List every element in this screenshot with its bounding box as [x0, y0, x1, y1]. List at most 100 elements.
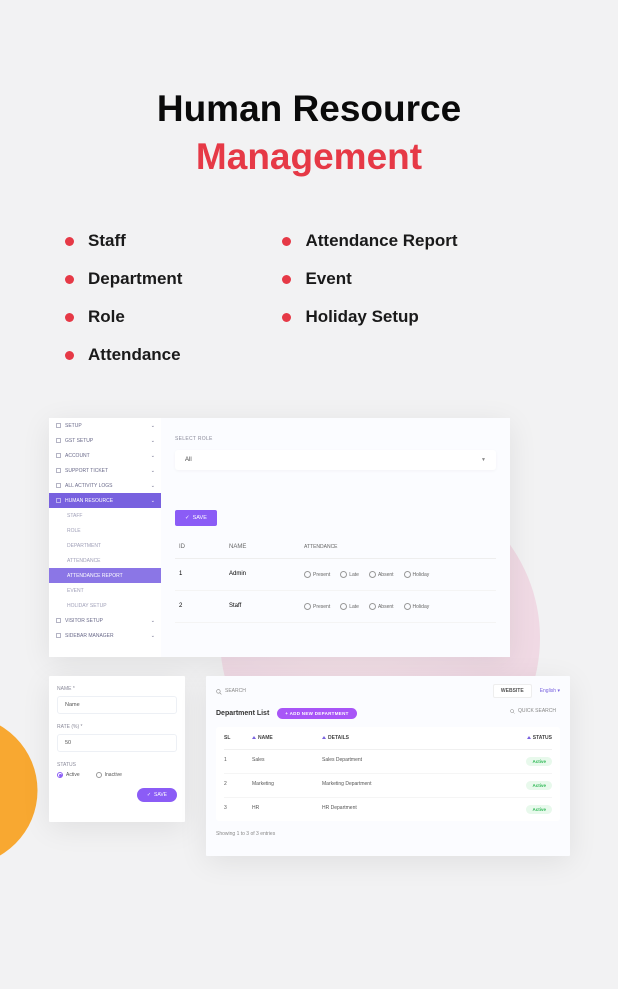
status-badge: Active — [526, 805, 552, 814]
save-button[interactable]: ✓ SAVE — [175, 510, 217, 526]
check-icon: ✓ — [147, 792, 151, 798]
col-sl: SL — [224, 735, 252, 741]
feature-item: Department — [65, 269, 182, 289]
rate-label: RATE (%) * — [57, 724, 177, 730]
search-icon — [216, 689, 221, 694]
table-row: 2MarketingMarketing DepartmentActive — [224, 774, 552, 798]
attendance-panel: SETUP⌄GST SETUP⌄ACCOUNT⌄SUPPORT TICKET⌄A… — [49, 418, 510, 657]
search-box[interactable]: SEARCH — [216, 688, 246, 694]
check-icon: ✓ — [185, 515, 190, 521]
chevron-down-icon: ⌄ — [151, 438, 155, 444]
chevron-down-icon: ⌄ — [151, 423, 155, 429]
table-footer-info: Showing 1 to 3 of 3 entries — [216, 831, 560, 837]
attendance-table: ID NAME ATTENDANCE 1AdminPresentLateAbse… — [175, 536, 496, 623]
dept-table-header: SL NAME DETAILS STATUS — [224, 727, 552, 750]
feature-item: Attendance — [65, 345, 182, 365]
menu-icon — [56, 453, 61, 458]
status-badge: Active — [526, 781, 552, 790]
menu-icon — [56, 468, 61, 473]
radio-holiday[interactable]: Holiday — [404, 603, 430, 610]
sidebar-item[interactable]: ALL ACTIVITY LOGS⌄ — [49, 478, 161, 493]
table-row: 1SalesSales DepartmentActive — [224, 750, 552, 774]
menu-icon — [56, 423, 61, 428]
decorative-blob-orange — [0, 716, 38, 866]
sidebar-item[interactable]: STAFF — [49, 508, 161, 523]
rate-input[interactable]: 50 — [57, 734, 177, 752]
sidebar: SETUP⌄GST SETUP⌄ACCOUNT⌄SUPPORT TICKET⌄A… — [49, 418, 161, 657]
radio-absent[interactable]: Absent — [369, 571, 394, 578]
radio-inactive[interactable]: Inactive — [96, 772, 122, 778]
sidebar-item[interactable]: ATTENDANCE — [49, 553, 161, 568]
features-list: Staff Department Role Attendance Attenda… — [0, 181, 618, 383]
radio-holiday[interactable]: Holiday — [404, 571, 430, 578]
feature-item: Attendance Report — [282, 231, 457, 251]
sidebar-item[interactable]: SETUP⌄ — [49, 418, 161, 433]
sidebar-item[interactable]: GST SETUP⌄ — [49, 433, 161, 448]
features-col1: Staff Department Role Attendance — [65, 231, 182, 383]
add-department-button[interactable]: + ADD NEW DEPARTMENT — [277, 708, 356, 719]
menu-icon — [56, 498, 61, 503]
radio-present[interactable]: Present — [304, 571, 330, 578]
chevron-down-icon: ⌄ — [151, 618, 155, 624]
table-row: 1AdminPresentLateAbsentHoliday — [175, 559, 496, 591]
chevron-down-icon: ⌄ — [151, 633, 155, 639]
department-list-title: Department List — [216, 710, 269, 717]
sidebar-item[interactable]: ACCOUNT⌄ — [49, 448, 161, 463]
table-row: 2StaffPresentLateAbsentHoliday — [175, 591, 496, 623]
save-button[interactable]: ✓ SAVE — [137, 788, 177, 802]
select-role-dropdown[interactable]: All ▼ — [175, 450, 496, 470]
status-badge: Active — [526, 757, 552, 766]
col-name: NAME — [252, 735, 322, 741]
select-role-label: SELECT ROLE — [175, 436, 496, 442]
sidebar-item[interactable]: HUMAN RESOURCE⌄ — [49, 493, 161, 508]
chevron-down-icon: ⌄ — [151, 453, 155, 459]
col-status: STATUS — [504, 735, 552, 741]
menu-icon — [56, 438, 61, 443]
table-row: 3HRHR DepartmentActive — [224, 798, 552, 821]
feature-item: Staff — [65, 231, 182, 251]
radio-absent[interactable]: Absent — [369, 603, 394, 610]
col-name: NAME — [229, 544, 304, 550]
main-heading: Human Resource Management — [0, 0, 618, 181]
chevron-down-icon: ▼ — [481, 457, 486, 463]
col-id: ID — [179, 544, 229, 550]
radio-late[interactable]: Late — [340, 571, 359, 578]
sidebar-item[interactable]: ROLE — [49, 523, 161, 538]
sidebar-item[interactable]: VISITOR SETUP⌄ — [49, 613, 161, 628]
select-role-value: All — [185, 457, 192, 463]
features-col2: Attendance Report Event Holiday Setup — [282, 231, 457, 383]
col-attendance: ATTENDANCE — [304, 544, 492, 550]
name-input[interactable]: Name — [57, 696, 177, 714]
menu-icon — [56, 633, 61, 638]
table-header: ID NAME ATTENDANCE — [175, 536, 496, 559]
search-icon — [510, 709, 515, 714]
radio-active[interactable]: Active — [57, 772, 80, 778]
sidebar-item[interactable]: DEPARTMENT — [49, 538, 161, 553]
form-panel: NAME * Name RATE (%) * 50 STATUS Active … — [49, 676, 185, 822]
radio-late[interactable]: Late — [340, 603, 359, 610]
attendance-main: SELECT ROLE All ▼ ✓ SAVE ID NAME ATTENDA… — [161, 418, 510, 657]
menu-icon — [56, 618, 61, 623]
sidebar-item[interactable]: ATTENDANCE REPORT — [49, 568, 161, 583]
panel3-topbar: SEARCH WEBSITE English ▾ — [216, 684, 560, 698]
website-tag[interactable]: WEBSITE — [493, 684, 532, 698]
menu-icon — [56, 483, 61, 488]
sidebar-item[interactable]: SUPPORT TICKET⌄ — [49, 463, 161, 478]
heading-line2: Management — [196, 136, 422, 177]
feature-item: Role — [65, 307, 182, 327]
name-label: NAME * — [57, 686, 177, 692]
radio-present[interactable]: Present — [304, 603, 330, 610]
chevron-down-icon: ⌄ — [151, 483, 155, 489]
quick-search[interactable]: QUICK SEARCH — [510, 708, 556, 714]
chevron-down-icon: ⌄ — [151, 468, 155, 474]
chevron-down-icon: ⌄ — [151, 498, 155, 504]
feature-item: Holiday Setup — [282, 307, 457, 327]
col-details: DETAILS — [322, 735, 504, 741]
status-label: STATUS — [57, 762, 177, 768]
sidebar-item[interactable]: HOLIDAY SETUP — [49, 598, 161, 613]
sidebar-item[interactable]: EVENT — [49, 583, 161, 598]
sidebar-item[interactable]: SIDEBAR MANAGER⌄ — [49, 628, 161, 643]
department-list-panel: SEARCH WEBSITE English ▾ Department List… — [206, 676, 570, 856]
language-select[interactable]: English ▾ — [540, 688, 560, 694]
department-table: SL NAME DETAILS STATUS 1SalesSales Depar… — [216, 727, 560, 821]
